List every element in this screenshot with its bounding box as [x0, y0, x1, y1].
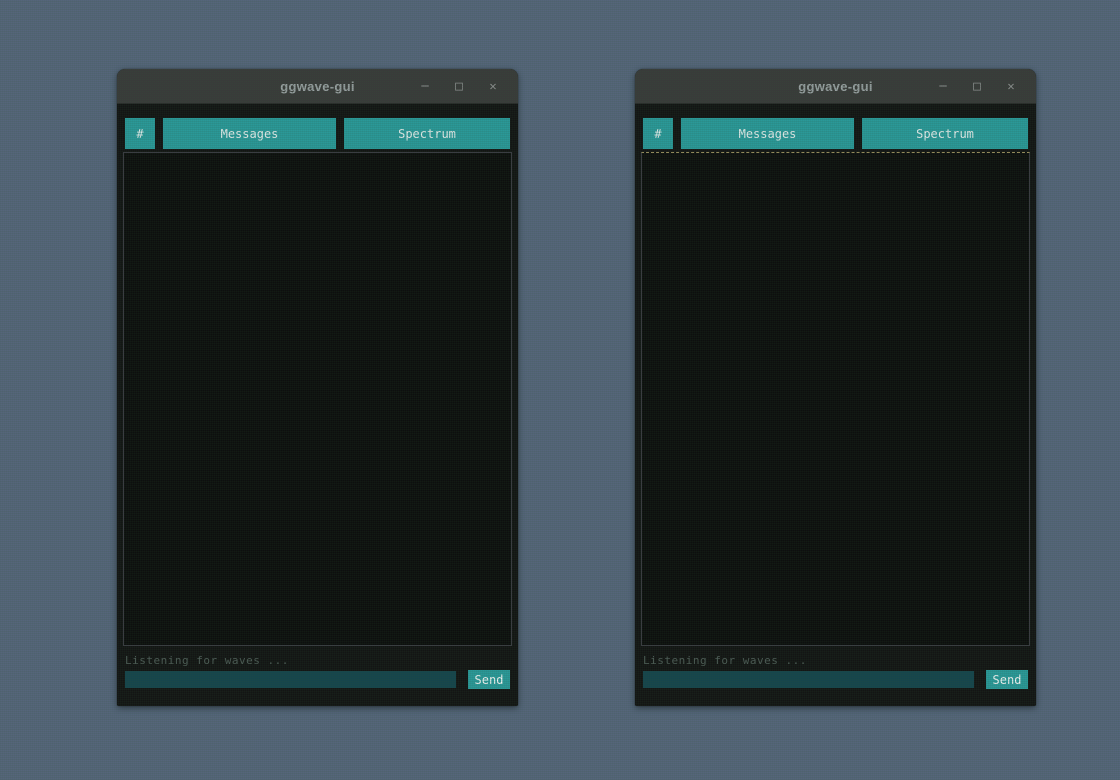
- tab-messages[interactable]: Messages: [163, 118, 336, 149]
- minimize-icon[interactable]: ─: [408, 69, 442, 104]
- close-icon[interactable]: ✕: [994, 69, 1028, 104]
- ggwave-window-left: ggwave-gui ─ □ ✕ # Messages Spectrum Lis…: [117, 69, 518, 706]
- window-controls: ─ □ ✕: [926, 69, 1028, 103]
- window-title: ggwave-gui: [798, 79, 873, 94]
- message-input[interactable]: [643, 671, 974, 688]
- titlebar[interactable]: ggwave-gui ─ □ ✕: [635, 69, 1036, 104]
- compose-row: Send: [125, 670, 510, 689]
- titlebar[interactable]: ggwave-gui ─ □ ✕: [117, 69, 518, 104]
- messages-pane[interactable]: [641, 152, 1030, 646]
- compose-row: Send: [643, 670, 1028, 689]
- window-controls: ─ □ ✕: [408, 69, 510, 103]
- window-body: # Messages Spectrum Listening for waves …: [635, 104, 1036, 706]
- tab-bar: # Messages Spectrum: [643, 118, 1028, 149]
- status-text: Listening for waves ...: [125, 654, 510, 667]
- window-title: ggwave-gui: [280, 79, 355, 94]
- tab-hash[interactable]: #: [643, 118, 673, 149]
- status-text: Listening for waves ...: [643, 654, 1028, 667]
- send-button[interactable]: Send: [986, 670, 1028, 689]
- minimize-icon[interactable]: ─: [926, 69, 960, 104]
- tab-spectrum[interactable]: Spectrum: [862, 118, 1028, 149]
- close-icon[interactable]: ✕: [476, 69, 510, 104]
- ggwave-window-right: ggwave-gui ─ □ ✕ # Messages Spectrum Lis…: [635, 69, 1036, 706]
- tab-messages[interactable]: Messages: [681, 118, 854, 149]
- maximize-icon[interactable]: □: [960, 69, 994, 104]
- send-button[interactable]: Send: [468, 670, 510, 689]
- message-input[interactable]: [125, 671, 456, 688]
- tab-bar: # Messages Spectrum: [125, 118, 510, 149]
- messages-pane[interactable]: [123, 152, 512, 646]
- window-body: # Messages Spectrum Listening for waves …: [117, 104, 518, 706]
- tab-hash[interactable]: #: [125, 118, 155, 149]
- maximize-icon[interactable]: □: [442, 69, 476, 104]
- tab-spectrum[interactable]: Spectrum: [344, 118, 510, 149]
